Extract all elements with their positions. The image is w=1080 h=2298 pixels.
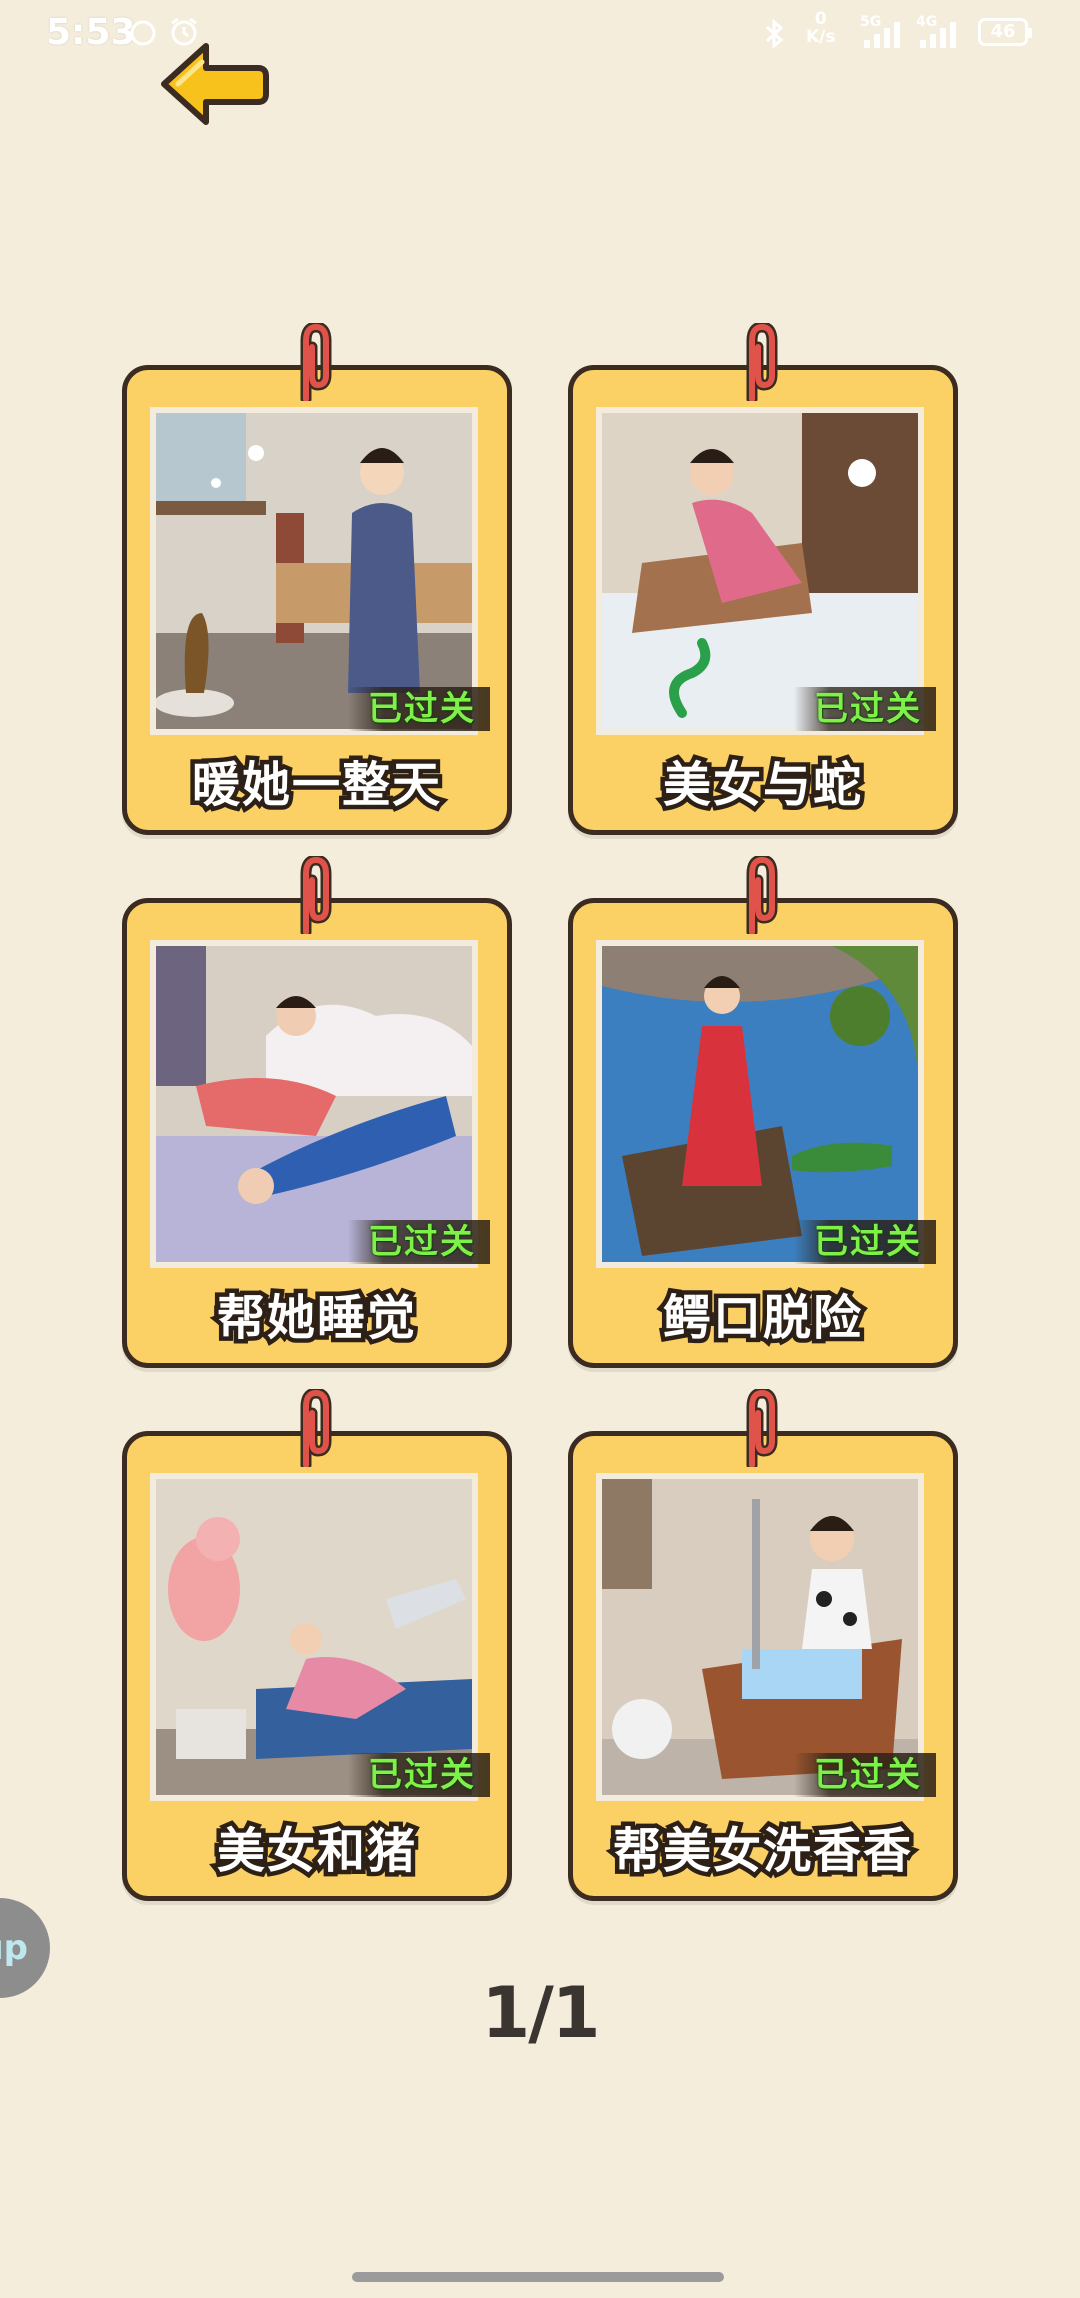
level-card-crocodile-escape[interactable]: 已过关 鳄口脱险: [568, 856, 958, 1368]
card-title: 暖她一整天: [187, 753, 444, 818]
level-thumbnail: [150, 940, 478, 1268]
bluetooth-icon: [765, 18, 784, 50]
battery-icon: 46: [978, 18, 1032, 46]
level-thumbnail: [596, 1473, 924, 1801]
clip-icon: [300, 856, 332, 934]
card-title: 帮她睡觉: [212, 1286, 419, 1351]
signal-icon: [864, 22, 900, 48]
status-time: 5:53: [46, 12, 136, 53]
passed-badge: 已过关: [348, 1753, 490, 1797]
passed-badge: 已过关: [794, 1220, 936, 1264]
back-button[interactable]: [158, 40, 270, 130]
clip-icon: [746, 856, 778, 934]
level-card-beauty-snake[interactable]: 已过关 美女与蛇: [568, 323, 958, 835]
clip-icon: [300, 323, 332, 401]
card-title: 帮美女洗香香: [608, 1819, 915, 1884]
level-thumbnail: [150, 407, 478, 735]
clip-icon: [746, 1389, 778, 1467]
passed-badge: 已过关: [348, 687, 490, 731]
level-thumbnail: [596, 940, 924, 1268]
signal-icon: [920, 22, 956, 48]
home-indicator[interactable]: [352, 2272, 724, 2282]
level-thumbnail: [596, 407, 924, 735]
level-card-beauty-pig[interactable]: 已过关 美女和猪: [122, 1389, 512, 1901]
passed-badge: 已过关: [348, 1220, 490, 1264]
passed-badge: 已过关: [794, 1753, 936, 1797]
card-title: 鳄口脱险: [658, 1286, 865, 1351]
clip-icon: [300, 1389, 332, 1467]
passed-badge: 已过关: [794, 687, 936, 731]
level-card-warm-her[interactable]: 已过关 暖她一整天: [122, 323, 512, 835]
back-arrow-icon: [161, 43, 269, 125]
clip-icon: [746, 323, 778, 401]
network-speed: 0 K/s: [806, 9, 836, 47]
level-thumbnail: [150, 1473, 478, 1801]
page-indicator: 1/1: [481, 1972, 601, 2054]
level-card-bath[interactable]: 已过关 帮美女洗香香: [568, 1389, 958, 1901]
card-title: 美女和猪: [212, 1819, 419, 1884]
level-card-help-sleep[interactable]: 已过关 帮她睡觉: [122, 856, 512, 1368]
ring-icon: [130, 20, 156, 46]
card-title: 美女与蛇: [658, 753, 865, 818]
